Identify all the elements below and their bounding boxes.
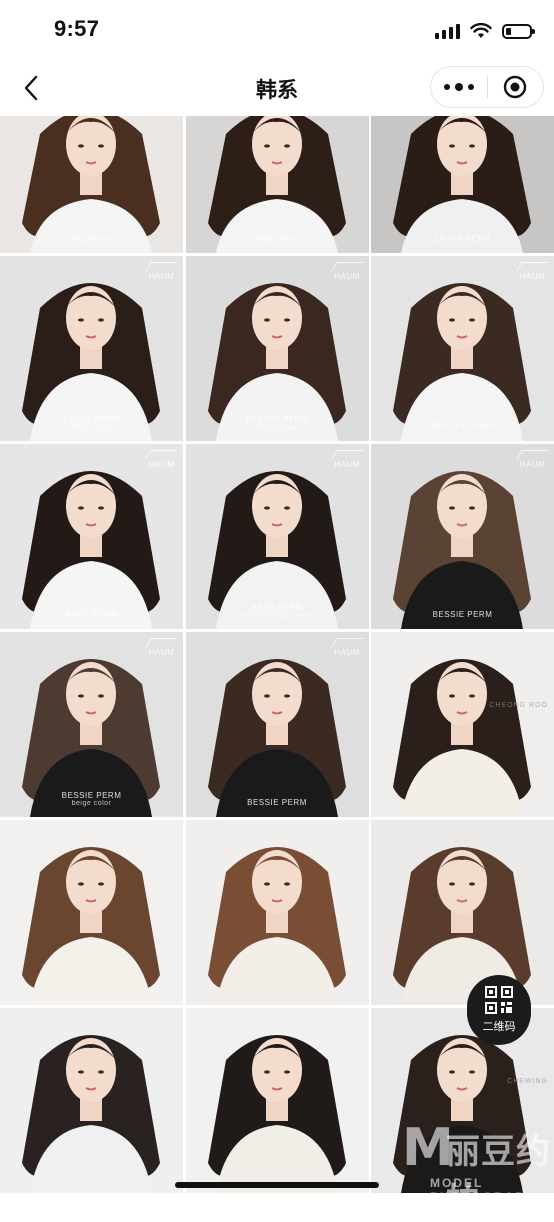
brand-logo: HAUM: [145, 262, 178, 281]
dot-icon: [467, 84, 474, 90]
nav-bar: 韩系: [0, 60, 554, 116]
tile-caption: RAPE PERM lavender beige color: [186, 603, 369, 619]
portrait-image: [0, 116, 183, 253]
tile-caption: BESSIE PERM: [371, 610, 554, 619]
tile-watermark: CHEONG ROO: [489, 702, 548, 709]
portrait-image: [0, 1008, 183, 1193]
photo-tile[interactable]: LAURA PERM: [371, 116, 554, 253]
tile-caption-sub: lavender beige color: [240, 612, 314, 619]
portrait-image: [0, 444, 183, 629]
tile-caption-title: LAURA PERM: [434, 234, 491, 243]
mini-program-capsule: [430, 66, 544, 108]
tile-caption-title: BESSIE PERM: [61, 791, 122, 800]
status-bar: 9:57: [0, 0, 554, 60]
tile-caption-sub: beige color: [71, 424, 112, 431]
photo-tile[interactable]: BESSIE PERM beige color HAUM: [0, 632, 183, 817]
close-button[interactable]: [487, 67, 543, 107]
brand-logo-text: HAUM: [519, 460, 546, 469]
portrait-image: [371, 116, 554, 253]
tile-caption: BESSIE PERM beige color: [0, 791, 183, 807]
tile-caption-title: BESSIE PERM: [432, 610, 493, 619]
tile-caption: BESSIE PERM: [186, 798, 369, 807]
more-button[interactable]: [431, 67, 487, 107]
portrait-image: [185, 444, 369, 629]
brand-logo: HAUM: [330, 262, 364, 281]
tile-caption-title: RAPE PERM: [251, 603, 303, 612]
watermark-cn: 丽豆约拍: [446, 1133, 551, 1220]
brand-logo: HAUM: [330, 638, 364, 657]
portrait-image: [185, 1008, 369, 1193]
watermark: M 丽豆约拍 MODEL PHOTOGRAPH: [402, 1118, 552, 1220]
tile-caption: LAURA PERM beige color: [0, 415, 183, 431]
tile-caption: LAURA PERM: [371, 234, 554, 243]
portrait-image: [185, 820, 369, 1005]
tile-watermark: CHEWING: [507, 1078, 548, 1085]
brand-logo-text: HAUM: [148, 272, 175, 281]
photo-tile[interactable]: [0, 820, 183, 1005]
tile-caption-title: WEDDING: [70, 234, 113, 243]
tile-caption: BEAUTY PERM: [371, 422, 554, 431]
status-time: 9:57: [54, 16, 100, 41]
portrait-image: [371, 256, 554, 441]
brand-logo-text: HAUM: [334, 460, 360, 469]
portrait-image: [371, 632, 554, 817]
photo-tile[interactable]: [185, 1008, 369, 1193]
signal-icon: [435, 23, 460, 39]
brand-logo: HAUM: [330, 450, 364, 469]
photo-tile[interactable]: BEAUTY PERM HAUM: [371, 256, 554, 441]
brand-logo: HAUM: [145, 638, 178, 657]
photo-tile[interactable]: BESSIE PERM HAUM: [185, 632, 369, 817]
home-indicator[interactable]: [175, 1182, 379, 1188]
photo-tile[interactable]: BEAUTY PERM velvet brown HAUM: [185, 256, 369, 441]
photo-tile[interactable]: LAURA PERM beige color HAUM: [0, 256, 183, 441]
brand-logo-text: HAUM: [519, 272, 546, 281]
photo-tile[interactable]: RAPE PERM lavender beige color HAUM: [185, 444, 369, 629]
photo-tile[interactable]: WEDDING: [0, 116, 183, 253]
tile-caption-title: BEAUTY PERM: [431, 422, 494, 431]
brand-logo: HAUM: [516, 262, 549, 281]
portrait-image: [371, 444, 554, 629]
qr-code-icon: [485, 986, 513, 1014]
photo-tile[interactable]: CHEONG ROO: [371, 632, 554, 817]
tile-caption: RAPE PERM: [0, 610, 183, 619]
photo-tile[interactable]: WEDDING: [185, 116, 369, 253]
dot-icon: [454, 83, 463, 91]
tile-caption: WEDDING: [0, 234, 183, 243]
photo-tile[interactable]: [185, 820, 369, 1005]
photo-tile[interactable]: BESSIE PERM HAUM: [371, 444, 554, 629]
tile-caption-title: WEDDING: [255, 234, 299, 243]
tile-caption-sub: velvet brown: [254, 424, 300, 431]
brand-logo: HAUM: [516, 450, 549, 469]
portrait-image: [185, 632, 369, 817]
tile-caption-title: RAPE PERM: [65, 610, 118, 619]
brand-logo-text: HAUM: [148, 460, 175, 469]
photo-tile[interactable]: [0, 1008, 183, 1193]
brand-logo: HAUM: [145, 450, 178, 469]
target-icon: [504, 75, 527, 99]
battery-icon: [502, 23, 535, 39]
tile-caption-title: BEAUTY PERM: [245, 415, 309, 424]
portrait-image: [0, 820, 183, 1005]
qr-code-button[interactable]: 二维码: [467, 975, 531, 1045]
photo-tile[interactable]: RAPE PERM HAUM: [0, 444, 183, 629]
portrait-image: [371, 820, 554, 1005]
tile-caption-title: BESSIE PERM: [247, 798, 307, 807]
tile-caption: WEDDING: [186, 234, 369, 243]
portrait-image: [0, 256, 183, 441]
status-icons: [435, 20, 535, 42]
dot-icon: [443, 84, 450, 90]
brand-logo-text: HAUM: [334, 648, 360, 657]
wifi-icon: [470, 23, 492, 38]
brand-logo-text: HAUM: [148, 648, 175, 657]
brand-logo-text: HAUM: [334, 272, 360, 281]
portrait-image: [0, 632, 183, 817]
tile-caption-title: LAURA PERM: [63, 415, 120, 424]
tile-caption: BEAUTY PERM velvet brown: [186, 415, 369, 431]
tile-caption-sub: beige color: [71, 800, 112, 807]
qr-code-label: 二维码: [482, 1021, 516, 1033]
photo-grid: WEDDING WEDDING LAURA PERM LAURA PERM beige …: [0, 116, 554, 1193]
portrait-image: [185, 116, 369, 253]
portrait-image: [185, 256, 369, 441]
photo-tile[interactable]: [371, 820, 554, 1005]
